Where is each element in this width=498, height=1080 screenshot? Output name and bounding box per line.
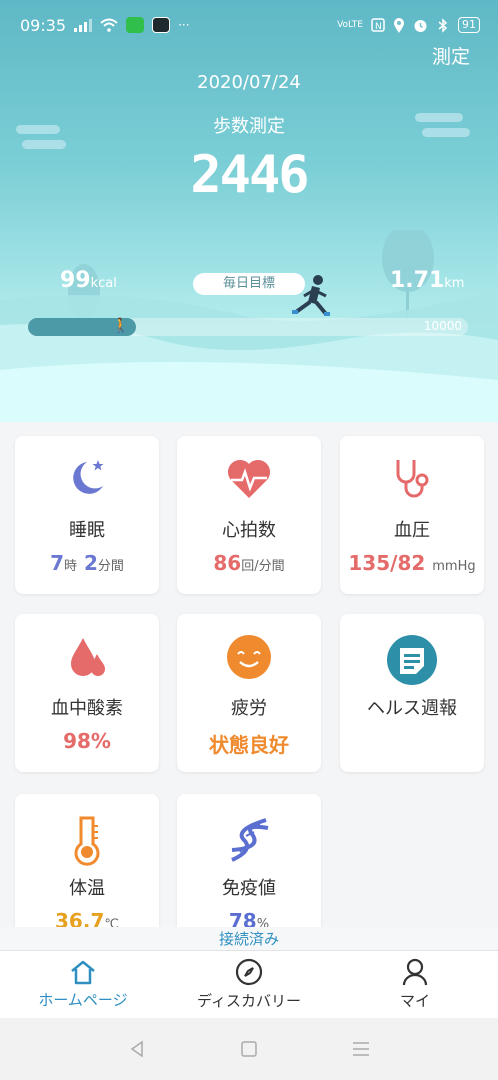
fatigue-value: 状態良好 [209,733,289,757]
date-label: 2020/07/24 [197,72,301,93]
stethoscope-icon [396,460,429,498]
alarm-icon [413,18,428,33]
card-title: 疲労 [231,698,267,719]
bluetooth-icon [436,17,450,33]
heart-pulse-icon [227,459,271,498]
cloud-decoration [22,140,66,149]
distance-stat: 1.71km [390,268,464,293]
calorie-stat: 99kcal [60,268,117,293]
fatigue-card[interactable]: 疲労 状態良好 [177,614,321,772]
smile-face-icon [227,635,271,679]
distance-unit: km [444,276,465,291]
line-app-icon [126,17,145,33]
blood-pressure-card[interactable]: 血圧 135/82 mmHg [340,436,484,594]
battery-indicator: 91 [458,17,480,33]
blood-pressure-value: 135/82 mmHg [348,551,476,575]
blood-oxygen-card[interactable]: 血中酸素 98% [15,614,159,772]
nfc-icon: N [371,18,385,32]
more-notifications-icon: ··· [178,18,190,32]
home-button-icon[interactable] [240,1040,258,1058]
nav-discovery[interactable]: ディスカバリー [166,951,332,1018]
health-grid: 睡眠 7時 2分間 心拍数 86回/分間 血圧 135/82 mmHg 血中酸素… [0,422,498,927]
distance-value: 1.71 [390,268,445,293]
cloud-decoration [415,113,463,122]
back-icon[interactable] [127,1039,147,1059]
sleep-value: 7時 2分間 [50,551,124,575]
body-temperature-card[interactable]: 体温 36.7℃ [15,794,159,927]
calorie-unit: kcal [90,276,117,291]
status-time: 09:35 [20,15,67,35]
blood-oxygen-value: 98% [63,729,111,753]
card-title: 体温 [69,878,105,899]
nav-home[interactable]: ホームページ [0,951,166,1018]
step-progress-bar: 🚶 10000 [28,318,468,336]
walker-icon: 🚶 [112,318,130,334]
step-count: 2446 [190,145,309,205]
thermometer-icon [74,816,100,866]
step-header: 09:35 ··· VoLTE N 91 測定 2020/07/24 歩数測定 … [0,0,498,422]
immunity-value: 78% [228,909,270,927]
svg-text:N: N [375,22,382,32]
connection-status: 接続済み [218,930,279,948]
card-title: 血中酸素 [51,698,123,719]
report-icon [387,635,437,685]
card-title: 免疫値 [222,878,276,899]
system-nav-bar [0,1018,498,1080]
goal-max: 10000 [423,319,462,333]
bottom-nav: ホームページ ディスカバリー マイ [0,950,498,1018]
compass-icon [235,958,263,986]
nav-my[interactable]: マイ [332,951,498,1018]
status-bar: 09:35 ··· VoLTE N 91 [0,0,498,50]
health-weekly-card[interactable]: ヘルス週報 [340,614,484,772]
temperature-value: 36.7℃ [55,909,119,927]
home-icon [71,960,95,985]
blood-drops-icon [71,638,105,676]
sleep-card[interactable]: 睡眠 7時 2分間 [15,436,159,594]
heart-rate-value: 86回/分間 [213,551,285,575]
nav-my-label: マイ [399,992,430,1010]
location-icon [393,17,405,33]
screen: 09:35 ··· VoLTE N 91 測定 2020/07/24 歩数測定 … [0,0,498,1080]
volte-icon: VoLTE [337,20,363,30]
card-title: ヘルス週報 [367,698,457,719]
immunity-card[interactable]: 免疫値 78% [177,794,321,927]
cloud-decoration [16,125,60,134]
cloud-app-icon [152,17,171,33]
dna-icon [231,818,269,862]
wifi-icon [100,18,118,32]
recent-apps-icon[interactable] [351,1040,371,1058]
heart-rate-card[interactable]: 心拍数 86回/分間 [177,436,321,594]
measure-link[interactable]: 測定 [432,42,470,69]
moon-star-icon [73,460,104,494]
signal-icon [74,18,93,32]
card-title: 睡眠 [69,520,105,541]
card-title: 血圧 [394,520,430,541]
person-icon [402,958,428,986]
nav-discovery-label: ディスカバリー [197,992,301,1010]
nav-home-label: ホームページ [38,991,128,1009]
calorie-value: 99 [60,268,91,293]
card-title: 心拍数 [222,520,276,541]
daily-goal-pill[interactable]: 毎日目標 [193,273,305,295]
cloud-decoration [422,128,470,137]
